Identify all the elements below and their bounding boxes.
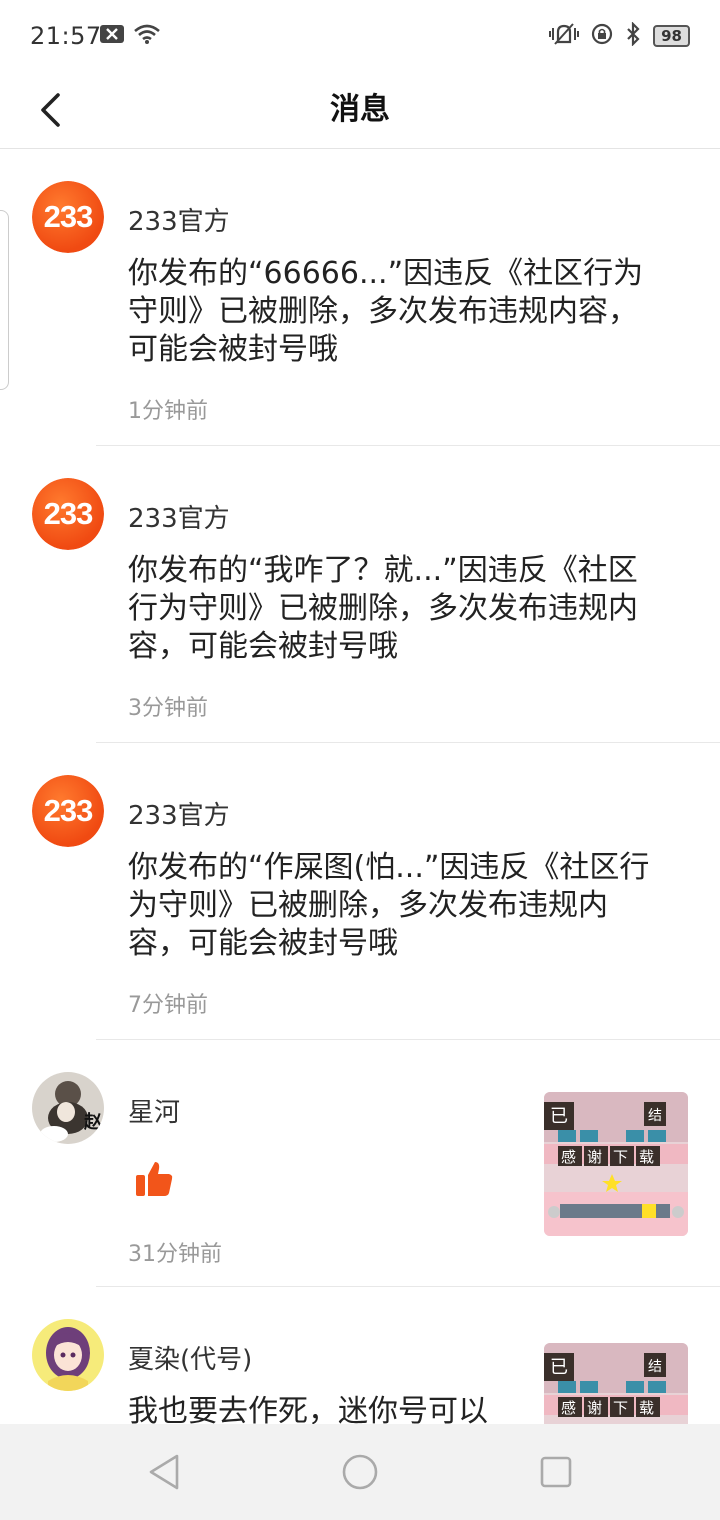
post-thumbnail[interactable]: 已 结 感 谢 下 载 bbox=[544, 1092, 688, 1236]
thumbnail-text: 已 bbox=[550, 1357, 568, 1378]
thumbnail-text: 载 bbox=[639, 1399, 654, 1417]
message-time: 3分钟前 bbox=[128, 696, 208, 721]
message-item[interactable]: 赵 星河 31分钟前 已 结 感 谢 下 载 bbox=[0, 1040, 720, 1287]
thumbnail-text: 已 bbox=[550, 1106, 568, 1127]
sender-name: 233官方 bbox=[128, 207, 230, 237]
avatar[interactable]: 赵 bbox=[32, 1072, 104, 1144]
bluetooth-icon bbox=[625, 21, 641, 50]
notification-icon bbox=[100, 25, 124, 47]
vibrate-icon bbox=[549, 22, 580, 50]
rotation-lock-icon bbox=[591, 23, 613, 49]
233-logo-icon: 233 bbox=[32, 181, 104, 253]
battery-indicator: 98 bbox=[653, 25, 690, 47]
circle-home-icon bbox=[342, 1454, 378, 1490]
thumbnail-text: 结 bbox=[648, 1359, 662, 1375]
message-text: 你发布的“66666...”因违反《社区行为守则》已被删除，多次发布违规内容，可… bbox=[128, 256, 644, 367]
message-text: 你发布的“作屎图(怕...”因违反《社区行为守则》已被删除，多次发布违规内容，可… bbox=[128, 850, 650, 961]
message-time: 31分钟前 bbox=[128, 1242, 222, 1267]
thumbnail-text: 下 bbox=[613, 1399, 628, 1417]
system-navigation-bar bbox=[0, 1424, 720, 1520]
thumbnail-text: 感 bbox=[561, 1148, 576, 1166]
sender-name: 233官方 bbox=[128, 504, 230, 534]
233-logo-icon: 233 bbox=[32, 478, 104, 550]
nav-back-button[interactable] bbox=[144, 1452, 184, 1492]
avatar[interactable]: 233 bbox=[32, 775, 104, 847]
page-title: 消息 bbox=[330, 92, 390, 127]
wifi-icon bbox=[134, 24, 160, 48]
thumbs-up-icon bbox=[134, 1160, 174, 1202]
message-time: 7分钟前 bbox=[128, 993, 208, 1018]
message-time: 1分钟前 bbox=[128, 399, 208, 424]
avatar[interactable] bbox=[32, 1319, 104, 1391]
233-logo-icon: 233 bbox=[32, 775, 104, 847]
thumbnail-text: 下 bbox=[613, 1148, 628, 1166]
user-avatar-image: 赵 bbox=[32, 1072, 104, 1144]
avatar-text: 赵 bbox=[83, 1111, 103, 1132]
nav-recents-button[interactable] bbox=[536, 1452, 576, 1492]
status-time: 21:57 bbox=[30, 22, 102, 50]
thumbnail-text: 感 bbox=[561, 1399, 576, 1417]
avatar[interactable]: 233 bbox=[32, 478, 104, 550]
thumbnail-text: 谢 bbox=[587, 1148, 602, 1166]
message-item[interactable]: 233 233官方 你发布的“我咋了？就...”因违反《社区行为守则》已被删除，… bbox=[0, 446, 720, 743]
thumbnail-text: 载 bbox=[639, 1148, 654, 1166]
message-text: 你发布的“我咋了？就...”因违反《社区行为守则》已被删除，多次发布违规内容，可… bbox=[128, 553, 638, 664]
status-bar: 21:57 98 bbox=[0, 0, 720, 72]
message-list: 233 233官方 你发布的“66666...”因违反《社区行为守则》已被删除，… bbox=[0, 149, 720, 1487]
sender-name: 夏染(代号) bbox=[128, 1345, 253, 1375]
triangle-back-icon bbox=[149, 1454, 179, 1490]
message-item[interactable]: 233 233官方 你发布的“66666...”因违反《社区行为守则》已被删除，… bbox=[0, 149, 720, 446]
user-avatar-image bbox=[32, 1319, 104, 1391]
message-item[interactable]: 233 233官方 你发布的“作屎图(怕...”因违反《社区行为守则》已被删除，… bbox=[0, 743, 720, 1040]
top-app-bar: 消息 bbox=[0, 72, 720, 149]
nav-home-button[interactable] bbox=[340, 1452, 380, 1492]
avatar[interactable]: 233 bbox=[32, 181, 104, 253]
sender-name: 星河 bbox=[128, 1098, 181, 1128]
thumbnail-text: 结 bbox=[648, 1108, 662, 1124]
sender-name: 233官方 bbox=[128, 801, 230, 831]
thumbnail-text: 谢 bbox=[587, 1399, 602, 1417]
square-recents-icon bbox=[540, 1456, 572, 1488]
